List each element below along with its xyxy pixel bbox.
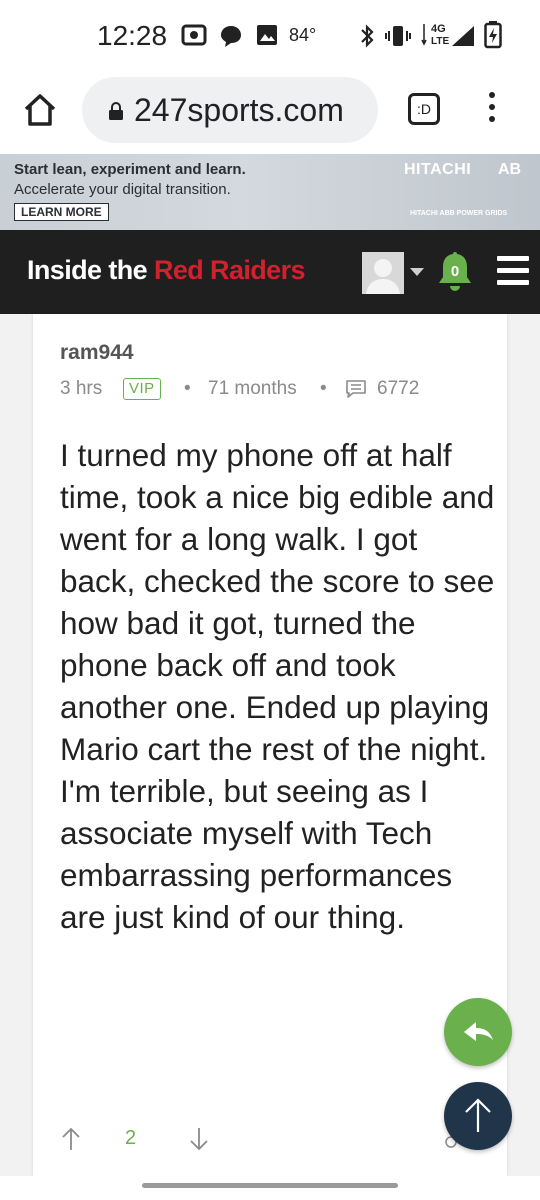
ad-banner[interactable]: Start lean, experiment and learn. Accele… bbox=[0, 154, 540, 230]
gesture-handle[interactable] bbox=[142, 1183, 398, 1188]
vip-badge: VIP bbox=[123, 378, 161, 400]
meta-separator: • bbox=[320, 378, 327, 399]
image-icon bbox=[257, 25, 277, 45]
bluetooth-icon bbox=[361, 24, 374, 48]
membership-length: 71 months bbox=[208, 378, 297, 399]
ad-footer: HITACHI ABB POWER GRIDS bbox=[410, 210, 508, 217]
ad-subline: Accelerate your digital transition. bbox=[14, 181, 231, 198]
network-type-icon: 4G LTE bbox=[421, 23, 449, 47]
lock-icon bbox=[109, 102, 123, 120]
signal-icon bbox=[452, 26, 474, 46]
address-bar[interactable]: 247sports.com bbox=[82, 77, 378, 143]
vibrate-icon bbox=[385, 26, 411, 46]
ad-brand-partial: AB bbox=[498, 161, 522, 178]
posts-icon bbox=[346, 380, 366, 398]
ad-headline: Start lean, experiment and learn. bbox=[14, 161, 246, 178]
chat-bubble-icon bbox=[221, 26, 241, 47]
arrow-up-icon bbox=[465, 1098, 491, 1132]
content-area: ram944 3 hrs VIP • 71 months • 6772 I tu… bbox=[0, 314, 540, 1200]
system-nav-bar bbox=[0, 1176, 540, 1200]
ad-brand: HITACHI bbox=[404, 161, 472, 178]
battery-charging-icon bbox=[484, 21, 502, 49]
post-card: ram944 3 hrs VIP • 71 months • 6772 I tu… bbox=[33, 314, 507, 1176]
status-time: 12:28 bbox=[97, 20, 168, 51]
scroll-to-top-button[interactable] bbox=[444, 1082, 512, 1150]
svg-text:LTE: LTE bbox=[431, 36, 449, 47]
avatar[interactable] bbox=[362, 252, 404, 294]
status-temperature: 84° bbox=[289, 25, 317, 45]
chevron-down-icon[interactable] bbox=[410, 268, 424, 276]
site-title[interactable]: Inside the Red Raiders bbox=[27, 255, 306, 286]
post-count: 6772 bbox=[377, 378, 420, 399]
notification-count: 0 bbox=[451, 263, 459, 280]
tab-switcher-button[interactable]: :D bbox=[408, 93, 440, 125]
menu-dots-icon[interactable] bbox=[486, 92, 498, 128]
post-time: 3 hrs bbox=[60, 378, 103, 399]
site-header: Inside the Red Raiders 0 bbox=[0, 230, 540, 314]
post-username[interactable]: ram944 bbox=[60, 341, 134, 365]
url-text: 247sports.com bbox=[134, 92, 344, 128]
upvote-arrow-icon[interactable] bbox=[61, 1126, 81, 1152]
vote-count: 2 bbox=[125, 1127, 137, 1149]
ad-learn-more-button[interactable]: LEARN MORE bbox=[14, 203, 109, 221]
status-bar: 12:28 84° 4G LTE bbox=[0, 0, 540, 72]
bell-icon[interactable]: 0 bbox=[437, 250, 473, 294]
meta-separator: • bbox=[184, 378, 191, 399]
browser-toolbar: 247sports.com :D bbox=[0, 72, 540, 154]
site-title-accent: Red Raiders bbox=[153, 255, 306, 285]
downvote-arrow-icon[interactable] bbox=[189, 1126, 209, 1152]
reply-button[interactable] bbox=[444, 998, 512, 1066]
hamburger-menu-icon[interactable] bbox=[497, 256, 529, 286]
site-title-main: Inside the bbox=[27, 255, 154, 285]
avatar-placeholder-icon bbox=[366, 259, 400, 294]
post-body: I turned my phone off at half time, took… bbox=[60, 437, 495, 935]
home-icon[interactable] bbox=[22, 92, 58, 128]
radio-icon bbox=[181, 24, 207, 46]
svg-text:4G: 4G bbox=[431, 23, 446, 35]
reply-arrow-icon bbox=[464, 1022, 493, 1041]
